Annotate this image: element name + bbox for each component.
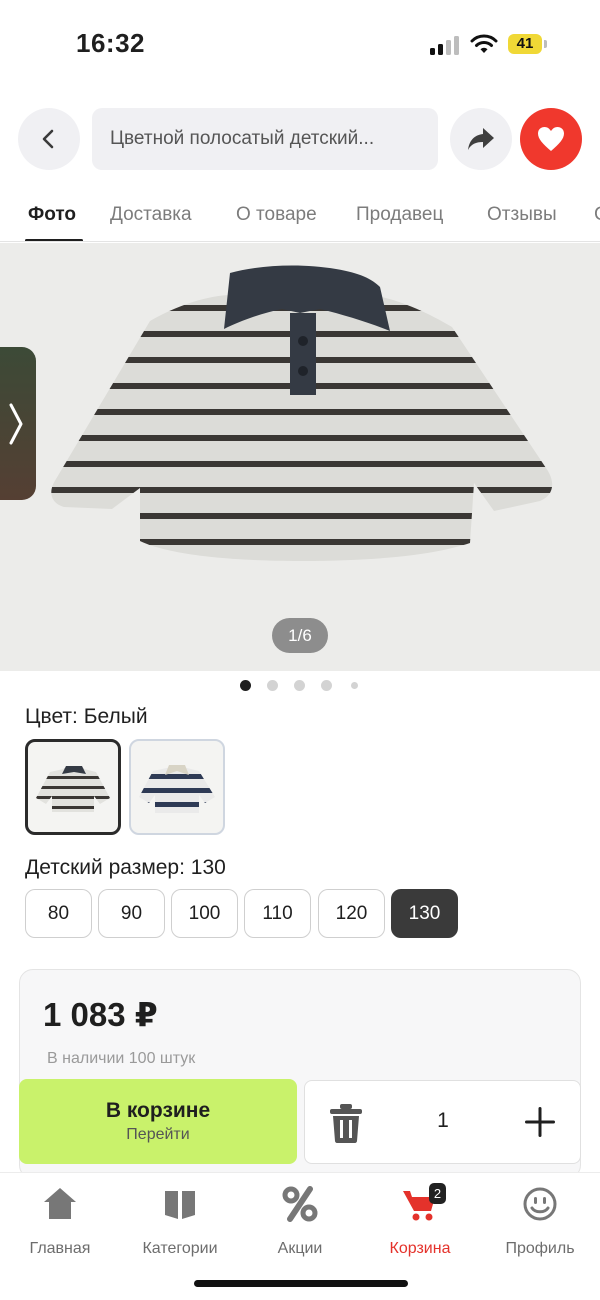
nav-label: Главная xyxy=(29,1240,91,1257)
share-button[interactable] xyxy=(450,108,512,170)
size-label: Детский размер: 130 xyxy=(25,856,226,879)
nav-item-profile[interactable]: Профиль xyxy=(480,1185,600,1257)
gallery-next-button[interactable] xyxy=(0,347,36,500)
sweater-image xyxy=(51,265,553,561)
tab-more-partial[interactable]: С xyxy=(594,204,600,226)
tab-about[interactable]: О товаре xyxy=(236,204,317,226)
white-sweater-thumbnail xyxy=(36,766,110,812)
tab-photo[interactable]: Фото xyxy=(28,204,76,226)
quantity-value: 1 xyxy=(437,1109,449,1132)
size-option[interactable]: 100 xyxy=(171,889,238,938)
status-time: 16:32 xyxy=(76,28,145,58)
share-icon xyxy=(468,128,494,150)
battery-level: 41 xyxy=(516,35,534,52)
quantity-stepper: 1 xyxy=(304,1080,581,1164)
trash-icon[interactable] xyxy=(329,1103,363,1143)
tab-underline xyxy=(25,239,83,241)
search-input[interactable]: Цветной полосатый детский... xyxy=(92,108,438,170)
nav-label: Категории xyxy=(142,1240,218,1257)
color-swatch-navy[interactable] xyxy=(129,739,225,835)
size-option[interactable]: 120 xyxy=(318,889,385,938)
nav-label: Корзина xyxy=(389,1240,451,1257)
size-option[interactable]: 110 xyxy=(244,889,311,938)
gallery-dot[interactable] xyxy=(240,680,251,691)
cart-button-subtitle: Перейти xyxy=(126,1126,190,1143)
percent-icon xyxy=(282,1186,318,1222)
header: Цветной полосатый детский... xyxy=(0,108,600,170)
plus-icon[interactable] xyxy=(523,1105,557,1139)
wifi-icon xyxy=(470,34,498,53)
signal-icon xyxy=(430,35,462,55)
photo-counter: 1/6 xyxy=(272,618,328,653)
color-label: Цвет: Белый xyxy=(25,705,148,728)
color-swatch-white[interactable] xyxy=(25,739,121,835)
back-button[interactable] xyxy=(18,108,80,170)
back-icon xyxy=(42,129,54,149)
nav-item-cart[interactable]: Корзина xyxy=(360,1185,480,1257)
product-photo[interactable]: 1/6 xyxy=(0,243,600,671)
heart-icon xyxy=(538,127,564,151)
cart-badge: 2 xyxy=(429,1183,446,1204)
battery-cap xyxy=(544,40,547,48)
price: 1 083 ₽ xyxy=(43,996,158,1033)
nav-item-promotions[interactable]: Акции xyxy=(240,1185,360,1257)
smiley-icon xyxy=(523,1187,557,1221)
book-icon xyxy=(165,1191,195,1219)
favorite-button[interactable] xyxy=(520,108,582,170)
tab-reviews[interactable]: Отзывы xyxy=(487,204,557,226)
battery-icon: 41 xyxy=(508,34,542,54)
chevron-right-icon xyxy=(9,403,23,444)
tab-delivery[interactable]: Доставка xyxy=(110,204,192,226)
status-bar: 16:32 41 xyxy=(0,0,600,90)
gallery-dot[interactable] xyxy=(351,682,358,689)
gallery-dot[interactable] xyxy=(267,680,278,691)
size-option[interactable]: 90 xyxy=(98,889,165,938)
size-option-selected[interactable]: 130 xyxy=(391,889,458,938)
nav-label: Профиль xyxy=(505,1240,575,1257)
navy-sweater-thumbnail xyxy=(139,765,215,813)
home-indicator[interactable] xyxy=(194,1280,408,1287)
size-option[interactable]: 80 xyxy=(25,889,92,938)
section-tabs: Фото Доставка О товаре Продавец Отзывы С xyxy=(0,192,600,242)
gallery-dot[interactable] xyxy=(321,680,332,691)
nav-item-home[interactable]: Главная xyxy=(0,1185,120,1257)
cart-button-title: В корзине xyxy=(105,1099,211,1122)
home-icon xyxy=(44,1188,76,1219)
gallery-dot[interactable] xyxy=(294,680,305,691)
stock-status: В наличии 100 штук xyxy=(47,1050,196,1067)
tab-seller[interactable]: Продавец xyxy=(356,204,443,226)
nav-label: Акции xyxy=(277,1240,323,1257)
nav-item-categories[interactable]: Категории xyxy=(120,1185,240,1257)
in-cart-button[interactable]: В корзине Перейти xyxy=(19,1079,297,1164)
